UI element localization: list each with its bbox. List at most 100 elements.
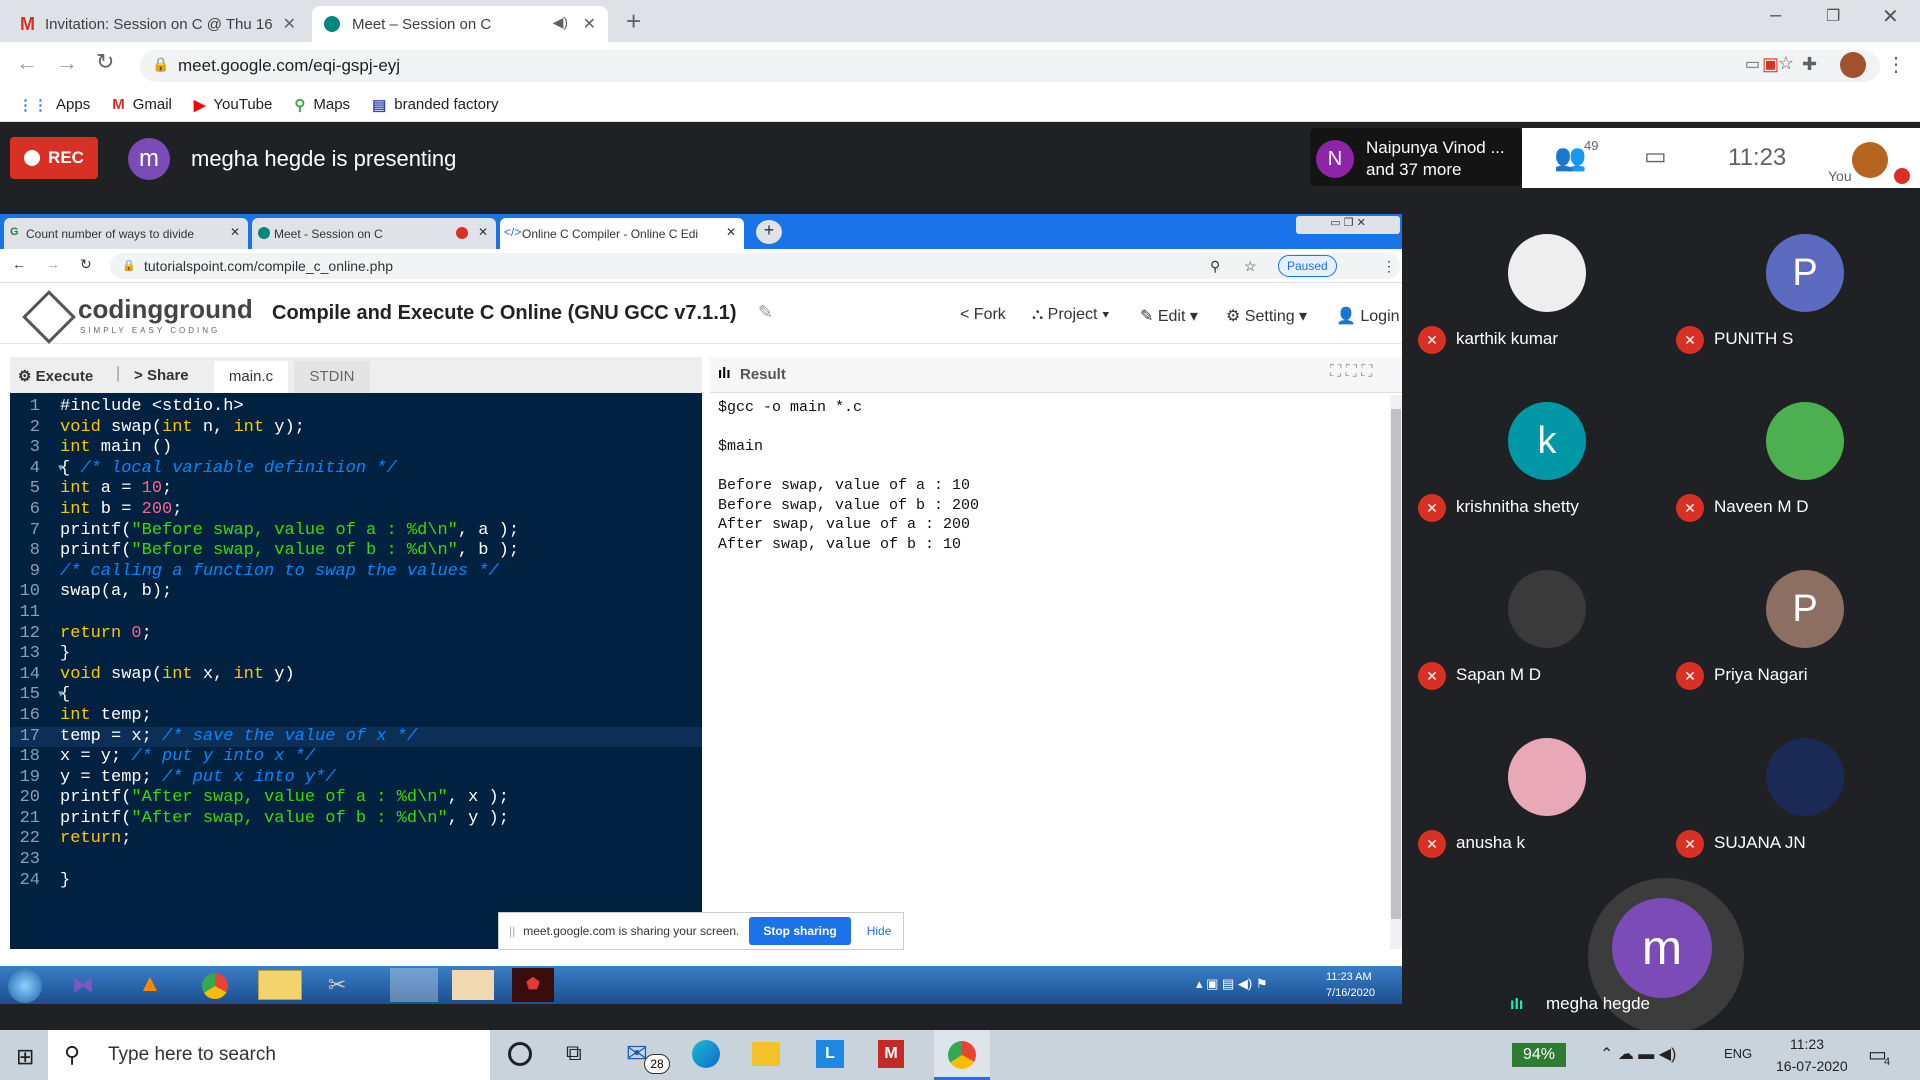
participant-tile[interactable]: P ✕ PUNITH S: [1672, 234, 1920, 404]
code-line[interactable]: 16 int temp;: [10, 706, 702, 727]
bookmark-gmail[interactable]: M Gmail: [112, 96, 172, 113]
language-indicator[interactable]: ENG: [1724, 1046, 1752, 1061]
star-icon[interactable]: ☆: [1778, 53, 1794, 74]
shared-tab-geeks[interactable]: G Count number of ways to divide ✕: [4, 218, 248, 249]
participant-tile[interactable]: k ✕ krishnitha shetty: [1414, 402, 1674, 572]
expand-icons[interactable]: ⛶ ⛶ ⛶: [1330, 363, 1373, 381]
chrome-active-icon[interactable]: [390, 968, 438, 1002]
code-line[interactable]: 1 #include <stdio.h>: [10, 397, 702, 418]
code-line[interactable]: 17 temp = x; /* save the value of x */: [10, 726, 702, 748]
vs-icon[interactable]: ⧓: [72, 972, 94, 998]
new-tab-button[interactable]: +: [626, 6, 641, 37]
back-icon[interactable]: ←: [12, 256, 26, 272]
code-line[interactable]: 15 ▾{: [10, 685, 702, 706]
restore-button[interactable]: ❐: [1826, 6, 1840, 26]
code-line[interactable]: 2 void swap(int n, int y);: [10, 418, 702, 439]
tab-stdin[interactable]: STDIN: [294, 361, 370, 393]
star-icon[interactable]: ☆: [1244, 253, 1257, 279]
windows-start-icon[interactable]: ⊞: [16, 1044, 34, 1070]
code-line[interactable]: 4 ▾{ /* local variable definition */: [10, 459, 702, 480]
vlc-icon[interactable]: ▲: [138, 970, 162, 998]
fold-marker-icon[interactable]: ▾: [58, 459, 64, 480]
speaker-icon[interactable]: ◀): [553, 14, 568, 31]
close-icon[interactable]: ✕: [478, 225, 488, 239]
zoom-icon[interactable]: ⚲: [1210, 253, 1220, 279]
people-icon[interactable]: 👥: [1554, 142, 1586, 173]
app-l-icon[interactable]: L: [816, 1040, 844, 1068]
code-line[interactable]: 13}: [10, 644, 702, 665]
cast-icon[interactable]: ▭: [1745, 54, 1760, 74]
reload-icon[interactable]: ↻: [80, 256, 92, 273]
edge-icon[interactable]: [692, 1040, 720, 1068]
menu-fork[interactable]: < Fork: [960, 306, 1006, 324]
explorer-icon[interactable]: [258, 970, 302, 1000]
bookmark-youtube[interactable]: ▶ YouTube: [194, 96, 273, 114]
code-line[interactable]: 8 printf("Before swap, value of b : %d\n"…: [10, 541, 702, 562]
extension-icon[interactable]: ▣: [1762, 54, 1779, 75]
profile-avatar[interactable]: [1840, 52, 1866, 78]
address-bar[interactable]: 🔒 meet.google.com/eqi-gspj-eyj ▭ ☆: [140, 50, 1880, 82]
code-line[interactable]: 23: [10, 850, 702, 871]
edit-title-icon[interactable]: ✎: [758, 302, 773, 323]
share-button[interactable]: > Share: [134, 367, 189, 384]
reload-icon[interactable]: ↻: [96, 49, 114, 75]
browser-tab-gmail[interactable]: M Invitation: Session on C @ Thu 16 ✕: [8, 6, 308, 42]
close-icon[interactable]: ✕: [283, 14, 296, 34]
code-line[interactable]: 18 x = y; /* put y into x */: [10, 747, 702, 768]
menu-icon[interactable]: ⋮: [1886, 52, 1906, 77]
code-line[interactable]: 6 int b = 200;: [10, 500, 702, 521]
bookmark-maps[interactable]: ⚲ Maps: [294, 96, 350, 114]
participant-tile[interactable]: P ✕ Priya Nagari: [1672, 570, 1920, 740]
taskbar-search[interactable]: ⚲ Type here to search: [48, 1030, 490, 1080]
close-icon[interactable]: ✕: [726, 225, 736, 239]
pdf-icon[interactable]: ⬟: [512, 968, 554, 1002]
task-view-icon[interactable]: ⧉: [566, 1040, 582, 1066]
code-line[interactable]: 19 y = temp; /* put x into y*/: [10, 768, 702, 789]
puzzle-icon[interactable]: ✚: [1802, 54, 1817, 75]
close-icon[interactable]: ✕: [583, 14, 596, 34]
close-icon[interactable]: ✕: [230, 225, 240, 239]
win7-start-icon[interactable]: [8, 969, 42, 1003]
minimize-button[interactable]: –: [1770, 4, 1781, 27]
forward-icon[interactable]: →: [56, 50, 78, 76]
slides-icon[interactable]: [452, 970, 494, 1000]
code-line[interactable]: 10 swap(a, b);: [10, 582, 702, 603]
window-controls[interactable]: ▭ ❐ ✕: [1296, 216, 1400, 234]
hide-button[interactable]: Hide: [867, 924, 892, 938]
tool-icon[interactable]: ✂: [328, 972, 346, 998]
participant-tile[interactable]: ✕ karthik kumar: [1414, 234, 1674, 404]
participant-tile[interactable]: ✕ Sapan M D: [1414, 570, 1674, 740]
code-line[interactable]: 14 void swap(int x, int y): [10, 665, 702, 686]
code-line[interactable]: 7 printf("Before swap, value of a : %d\n"…: [10, 521, 702, 542]
close-window-button[interactable]: ✕: [1882, 4, 1899, 29]
forward-icon[interactable]: →: [46, 256, 60, 272]
self-view-avatar[interactable]: [1852, 142, 1888, 178]
code-line[interactable]: 22 return;: [10, 829, 702, 850]
scrollbar[interactable]: [1390, 395, 1402, 949]
taskbar-date[interactable]: 16-07-2020: [1776, 1058, 1848, 1074]
participant-tile[interactable]: ✕ Naveen M D: [1672, 402, 1920, 572]
address-bar[interactable]: 🔒 tutorialspoint.com/compile_c_online.ph…: [110, 253, 1400, 279]
code-line[interactable]: 12 return 0;: [10, 624, 702, 645]
code-line[interactable]: 21 printf("After swap, value of b : %d\n"…: [10, 809, 702, 830]
bookmark-branded-factory[interactable]: ▤ branded factory: [372, 96, 498, 114]
chrome-icon[interactable]: [202, 973, 228, 999]
cortana-icon[interactable]: [508, 1042, 532, 1066]
menu-login[interactable]: 👤 Login: [1336, 306, 1400, 326]
stop-sharing-button[interactable]: Stop sharing: [749, 917, 851, 945]
mcafee-icon[interactable]: M: [878, 1040, 904, 1068]
drag-handle-icon[interactable]: ||: [509, 924, 515, 938]
code-editor[interactable]: 1 #include <stdio.h> 2 void swap(int n, int…: [10, 393, 702, 949]
code-line[interactable]: 24}: [10, 871, 702, 892]
shared-tab-compiler[interactable]: </> Online C Compiler - Online C Edi ✕: [500, 218, 744, 249]
chat-icon[interactable]: ▭: [1644, 142, 1667, 171]
code-line[interactable]: 3 int main (): [10, 438, 702, 459]
win7-tray-icons[interactable]: ▴ ▣ ▤ ◀) ⚑: [1196, 976, 1268, 992]
taskbar-time[interactable]: 11:23: [1790, 1036, 1824, 1052]
code-line[interactable]: 11: [10, 603, 702, 624]
bookmark-apps[interactable]: ⋮⋮ Apps: [18, 96, 90, 114]
back-icon[interactable]: ←: [16, 50, 38, 76]
file-explorer-icon[interactable]: [752, 1042, 780, 1066]
participants-summary[interactable]: N Naipunya Vinod ... and 37 more: [1310, 128, 1522, 186]
code-line[interactable]: 20 printf("After swap, value of a : %d\n"…: [10, 788, 702, 809]
